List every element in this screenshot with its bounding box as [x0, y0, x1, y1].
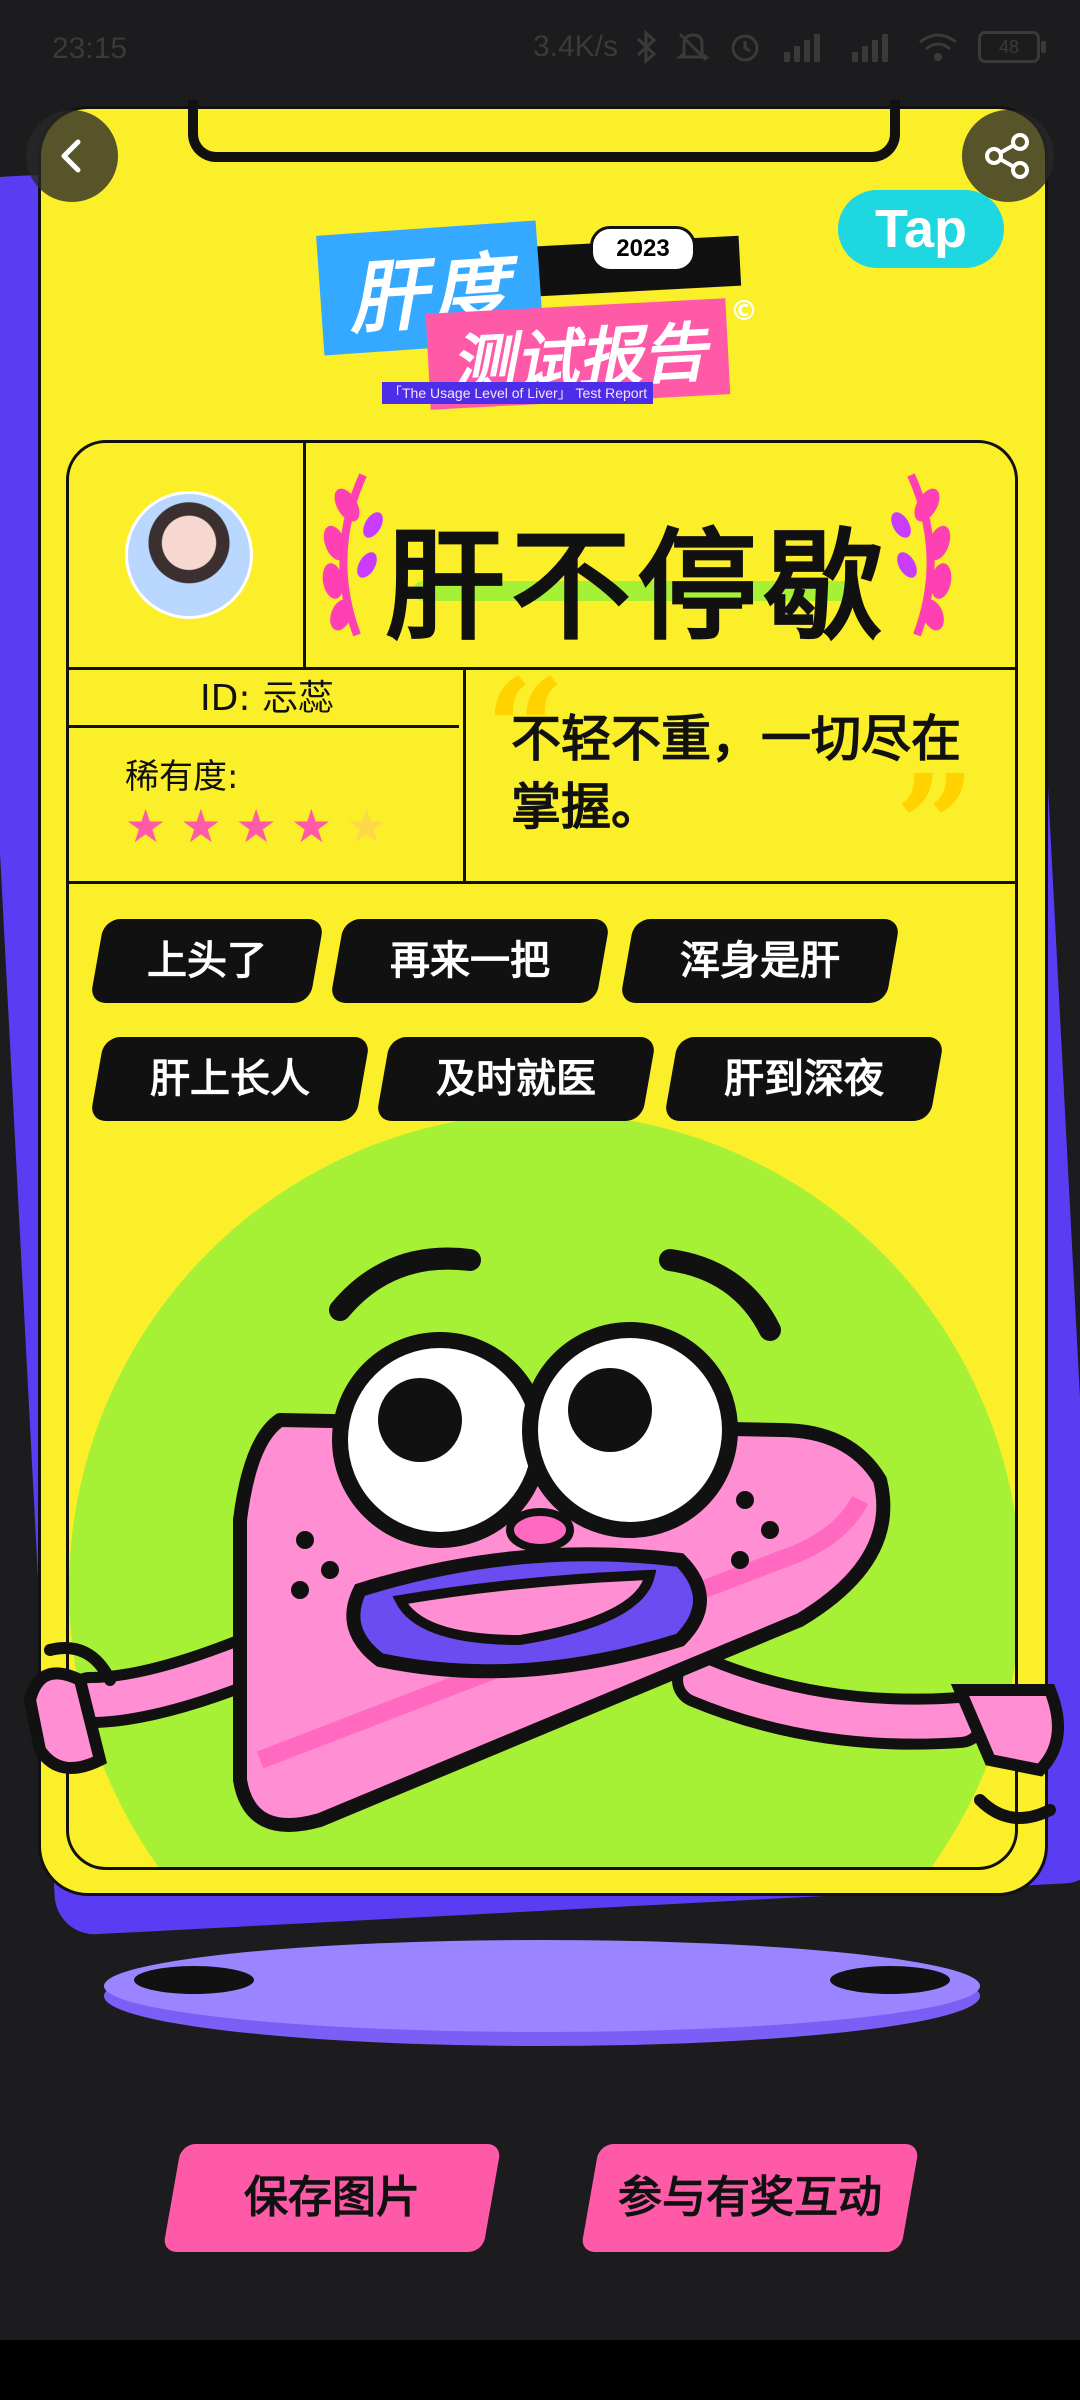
taptap-logo: Tap	[838, 190, 1004, 268]
status-icons: 3.4K/s 48	[532, 30, 1046, 64]
join-event-button[interactable]: 参与有奖互动	[580, 2144, 920, 2252]
network-speed: 3.4K/s	[532, 30, 618, 63]
wifi-icon	[919, 33, 957, 61]
battery-indicator: 48	[978, 31, 1046, 63]
rarity-label: 稀有度:	[125, 757, 239, 797]
star-filled-icon: ★	[235, 799, 277, 853]
report-stage: 23:15 3.4K/s 48 Tap 肝度 2023 测试报告 © 「The …	[0, 0, 1080, 2400]
alarm-icon	[731, 34, 759, 62]
system-nav-bar	[0, 2340, 1080, 2400]
card-notch	[188, 100, 900, 162]
avatar[interactable]	[125, 491, 253, 619]
rarity-stars: ★ ★ ★ ★ ★	[125, 803, 387, 849]
divider	[69, 881, 1015, 884]
status-bar: 23:15 3.4K/s 48	[0, 0, 1080, 100]
title-year: 2023	[590, 226, 696, 272]
tag-chip: 上头了	[89, 919, 325, 1003]
mute-icon	[676, 32, 710, 62]
title-badge: 肝不停歇	[253, 443, 1015, 667]
profile-box: 肝不停歇 ID: 忈蕊 稀有度: ★ ★ ★ ★ ★ “ ” 不轻不重，一切尽在掌握。 …	[66, 440, 1018, 1870]
star-filled-icon: ★	[180, 799, 222, 853]
bluetooth-icon	[636, 30, 657, 64]
save-image-button[interactable]: 保存图片	[162, 2144, 502, 2252]
tag-chip: 肝上长人	[89, 1037, 371, 1121]
share-icon	[985, 133, 1029, 179]
laurel-right-icon	[891, 473, 952, 637]
tag-chip: 及时就医	[375, 1037, 657, 1121]
tag-chip: 肝到深夜	[663, 1037, 945, 1121]
pedestal	[104, 1940, 980, 2046]
personality-quote: 不轻不重，一切尽在掌握。	[511, 710, 961, 836]
star-filled-icon: ★	[290, 799, 332, 853]
tag-chip: 再来一把	[329, 919, 611, 1003]
user-id: ID: 忈蕊	[200, 678, 334, 719]
copyright-mark: ©	[730, 294, 758, 327]
title-subtitle: 「The Usage Level of Liver」 Test Report	[382, 382, 654, 404]
back-button[interactable]	[26, 110, 118, 202]
mascot-backdrop	[69, 1113, 1015, 1867]
report-title: 肝度 2023 测试报告 © 「The Usage Level of Liver…	[310, 210, 770, 410]
tag-chip: 浑身是肝	[619, 919, 901, 1003]
star-empty-icon: ★	[346, 799, 388, 853]
status-time: 23:15	[52, 32, 128, 65]
share-button[interactable]	[962, 110, 1054, 202]
hd-signal-icon	[784, 34, 820, 62]
chevron-left-icon	[61, 139, 81, 173]
star-filled-icon: ★	[125, 799, 167, 853]
signal-icon	[852, 34, 888, 62]
